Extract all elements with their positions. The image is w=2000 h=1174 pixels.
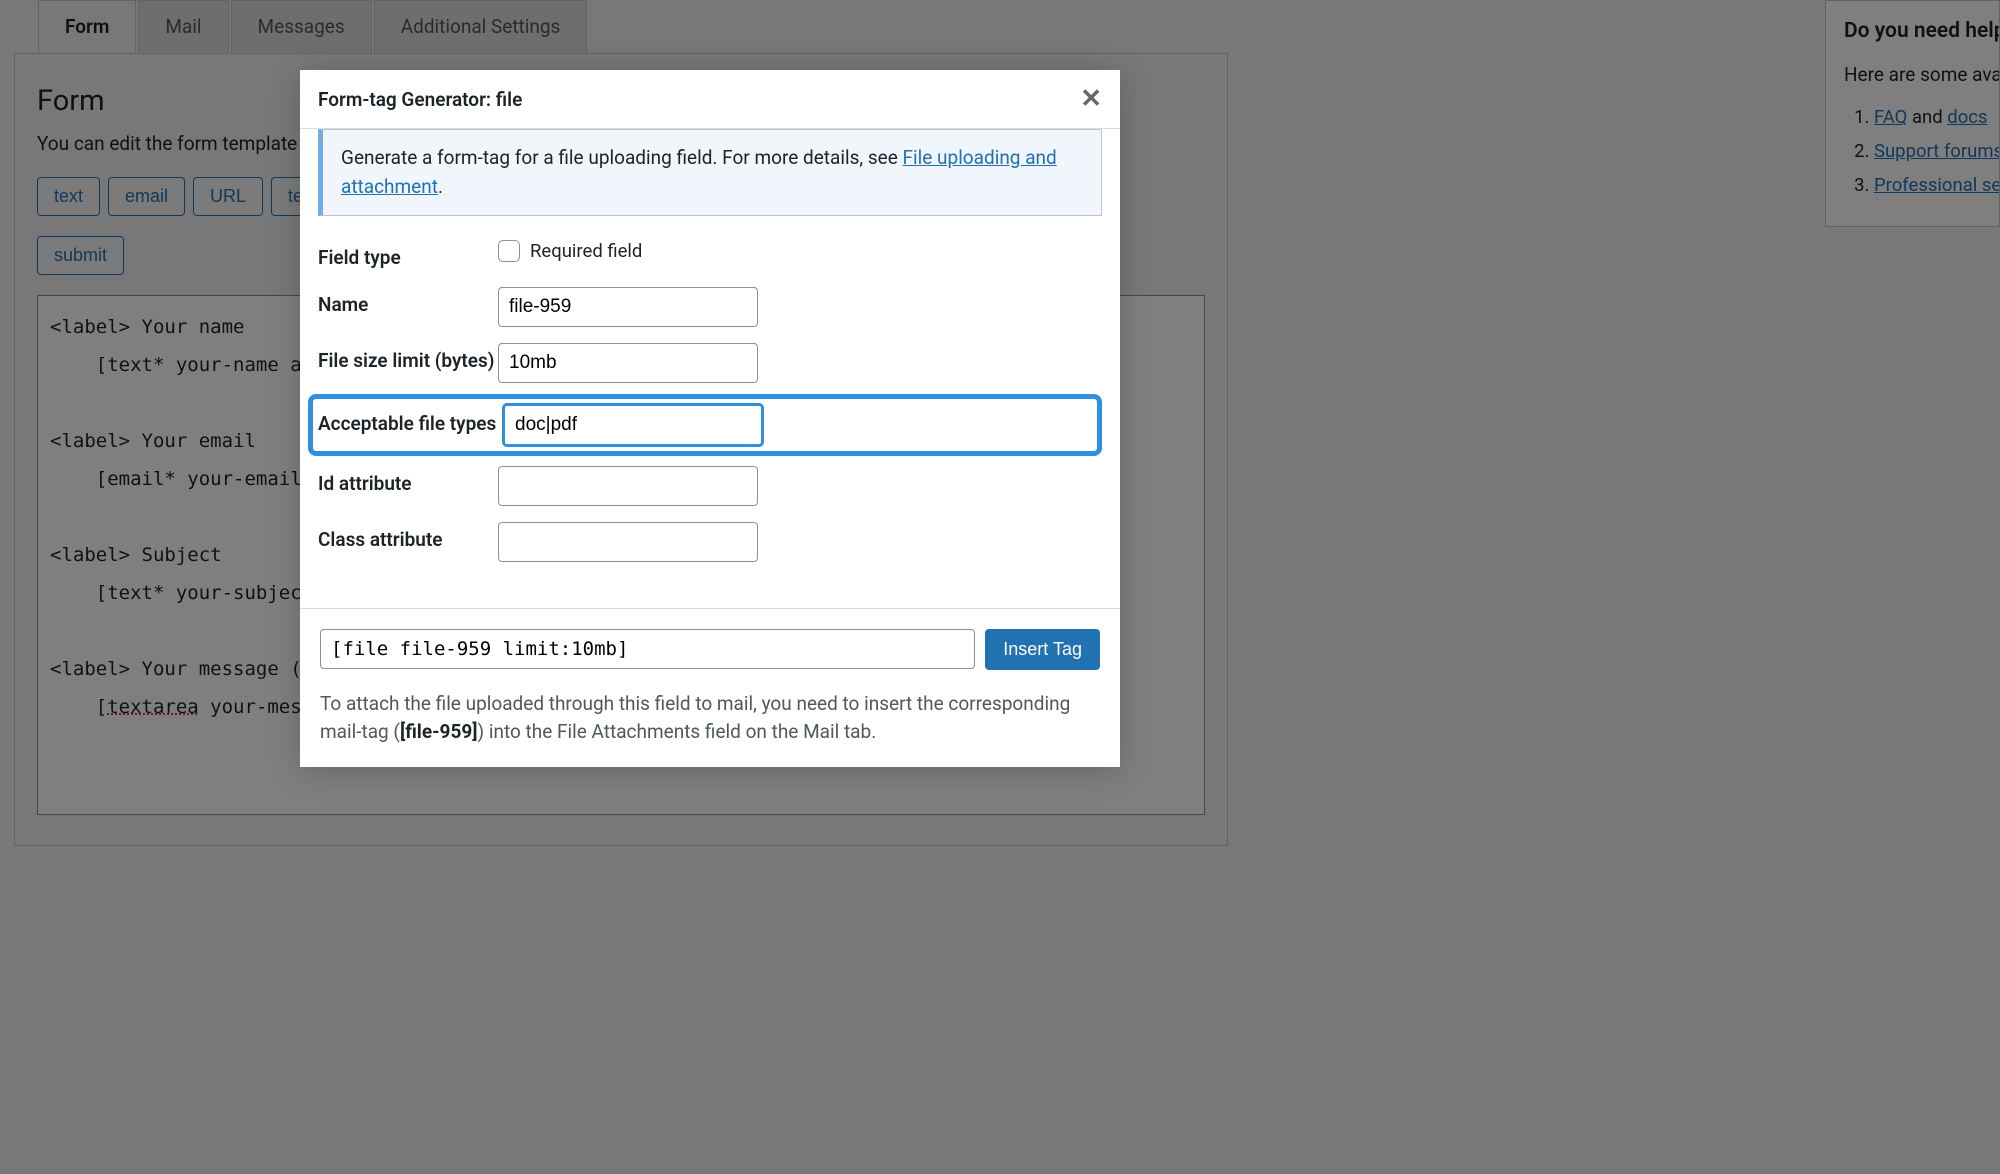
file-size-input[interactable] bbox=[498, 343, 758, 383]
modal-header: Form-tag Generator: file ✕ bbox=[300, 70, 1120, 129]
modal-title: Form-tag Generator: file bbox=[318, 88, 522, 111]
row-field-type: Field type Required field bbox=[318, 240, 1102, 271]
footer-note: To attach the file uploaded through this… bbox=[320, 690, 1100, 747]
label-name: Name bbox=[318, 287, 498, 318]
label-class-attr: Class attribute bbox=[318, 522, 498, 553]
row-name: Name bbox=[318, 287, 1102, 327]
form-tag-generator-modal: Form-tag Generator: file ✕ Generate a fo… bbox=[300, 70, 1120, 767]
info-text-suffix: . bbox=[438, 175, 443, 198]
footer-note-suffix: ) into the File Attachments field on the… bbox=[478, 720, 877, 743]
name-input[interactable] bbox=[498, 287, 758, 327]
generated-tag-input[interactable] bbox=[320, 629, 975, 669]
info-box: Generate a form-tag for a file uploading… bbox=[318, 129, 1102, 216]
info-text-prefix: Generate a form-tag for a file uploading… bbox=[341, 146, 903, 169]
label-file-types: Acceptable file types bbox=[318, 412, 503, 437]
id-attr-input[interactable] bbox=[498, 466, 758, 506]
required-label: Required field bbox=[530, 240, 642, 262]
required-checkbox[interactable] bbox=[498, 240, 520, 262]
row-file-types: Acceptable file types bbox=[308, 394, 1102, 456]
label-file-size: File size limit (bytes) bbox=[318, 343, 498, 374]
modal-footer: Insert Tag To attach the file uploaded t… bbox=[300, 608, 1120, 767]
row-class-attr: Class attribute bbox=[318, 522, 1102, 562]
label-id-attr: Id attribute bbox=[318, 466, 498, 497]
row-id-attr: Id attribute bbox=[318, 466, 1102, 506]
file-types-input[interactable] bbox=[503, 404, 763, 446]
label-field-type: Field type bbox=[318, 240, 498, 271]
close-icon[interactable]: ✕ bbox=[1080, 84, 1102, 114]
row-file-size: File size limit (bytes) bbox=[318, 343, 1102, 383]
insert-tag-button[interactable]: Insert Tag bbox=[985, 629, 1100, 670]
footer-note-tag: [file-959] bbox=[400, 720, 478, 743]
class-attr-input[interactable] bbox=[498, 522, 758, 562]
